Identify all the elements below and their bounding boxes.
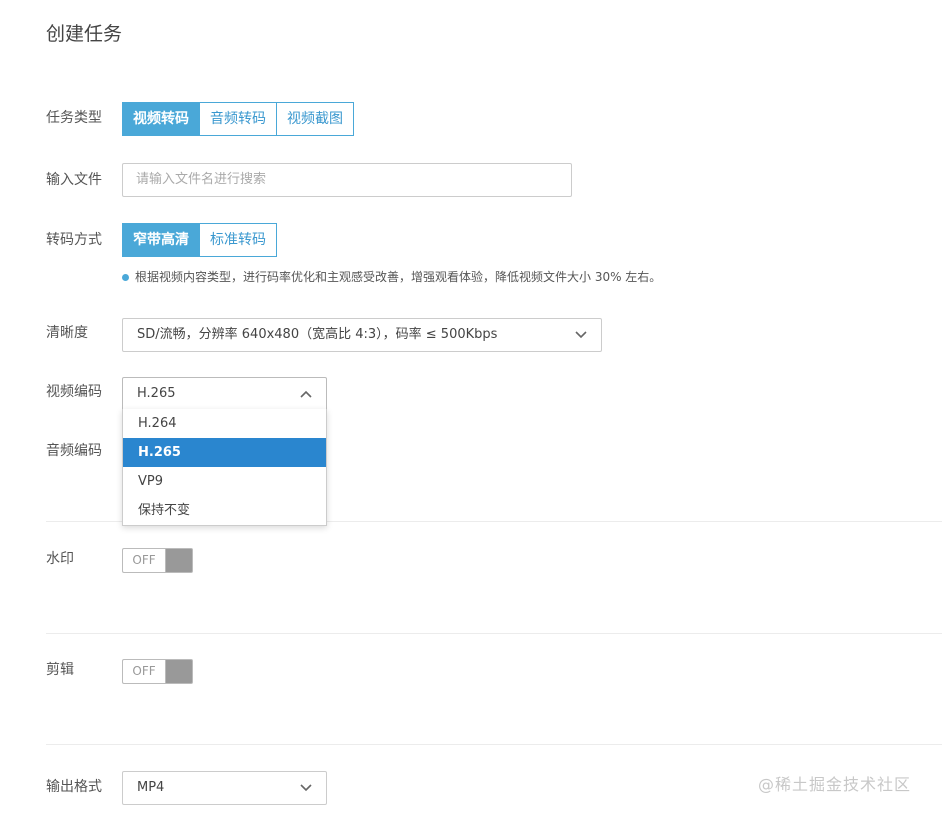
video-codec-value: H.265 xyxy=(137,386,176,401)
output-format-value: MP4 xyxy=(137,780,165,795)
video-codec-option-keep[interactable]: 保持不变 xyxy=(123,496,326,525)
clarity-value: SD/流畅，分辨率 640x480（宽高比 4:3），码率 ≤ 500Kbps xyxy=(137,327,498,342)
video-codec-option-h264[interactable]: H.264 xyxy=(123,409,326,438)
task-type-segmented: 视频转码 音频转码 视频截图 xyxy=(122,102,354,136)
chevron-up-icon xyxy=(300,390,312,398)
page-title: 创建任务 xyxy=(46,23,123,45)
task-type-label: 任务类型 xyxy=(46,110,102,126)
transcode-mode-segmented: 窄带高清 标准转码 xyxy=(122,223,277,257)
transcode-mode-standard[interactable]: 标准转码 xyxy=(199,223,277,257)
input-file-label: 输入文件 xyxy=(46,172,102,188)
output-format-label: 输出格式 xyxy=(46,779,102,795)
watermark-toggle[interactable]: OFF xyxy=(122,548,193,573)
divider xyxy=(46,744,942,745)
video-codec-option-vp9[interactable]: VP9 xyxy=(123,467,326,496)
clarity-select[interactable]: SD/流畅，分辨率 640x480（宽高比 4:3），码率 ≤ 500Kbps xyxy=(122,318,602,352)
chevron-down-icon xyxy=(300,784,312,792)
watermark-toggle-state: OFF xyxy=(123,549,166,572)
clip-toggle-state: OFF xyxy=(123,660,166,683)
video-codec-select[interactable]: H.265 xyxy=(122,377,327,411)
divider xyxy=(46,633,942,634)
transcode-mode-narrowband-hd[interactable]: 窄带高清 xyxy=(122,223,200,257)
info-dot-icon xyxy=(122,273,129,281)
transcode-mode-label: 转码方式 xyxy=(46,232,102,248)
audio-codec-label: 音频编码 xyxy=(46,443,102,459)
transcode-hint-text: 根据视频内容类型，进行码率优化和主观感受改善，增强观看体验，降低视频文件大小 3… xyxy=(135,270,662,284)
video-codec-option-h265[interactable]: H.265 xyxy=(123,438,326,467)
clip-toggle[interactable]: OFF xyxy=(122,659,193,684)
input-file-search[interactable]: 请输入文件名进行搜索 xyxy=(122,163,572,197)
output-format-select[interactable]: MP4 xyxy=(122,771,327,805)
clip-label: 剪辑 xyxy=(46,662,74,678)
task-type-audio-transcode[interactable]: 音频转码 xyxy=(199,102,277,136)
watermark-label: 水印 xyxy=(46,551,74,567)
task-type-video-snapshot[interactable]: 视频截图 xyxy=(276,102,354,136)
video-codec-label: 视频编码 xyxy=(46,384,102,400)
transcode-hint: 根据视频内容类型，进行码率优化和主观感受改善，增强观看体验，降低视频文件大小 3… xyxy=(122,268,661,286)
clarity-label: 清晰度 xyxy=(46,325,88,341)
site-watermark: @稀土掘金技术社区 xyxy=(758,775,912,794)
task-type-video-transcode[interactable]: 视频转码 xyxy=(122,102,200,136)
chevron-down-icon xyxy=(575,331,587,339)
video-codec-dropdown: H.264 H.265 VP9 保持不变 xyxy=(122,409,327,526)
